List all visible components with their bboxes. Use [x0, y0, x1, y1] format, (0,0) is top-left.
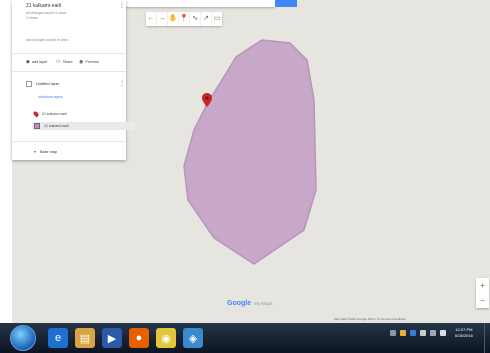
add-layer-button[interactable]: ◆ add layer [26, 59, 47, 65]
drawing-toolbar: ← → ✋ 📍 ∿ ↗ ▭ [146, 12, 222, 26]
preview-label: Preview [85, 60, 99, 64]
share-label: Share [62, 60, 73, 64]
layer-style-link[interactable]: Individual styles [38, 95, 63, 99]
internet-explorer-icon[interactable]: e [48, 328, 68, 348]
redo-icon[interactable]: → [157, 12, 168, 26]
line-icon[interactable]: ∿ [190, 12, 201, 26]
ruler-icon[interactable]: ▭ [212, 12, 222, 26]
tray-volume-icon[interactable] [440, 330, 446, 336]
view-count: 0 views [26, 16, 38, 20]
file-explorer-icon[interactable]: ▤ [75, 328, 95, 348]
zoom-controls: + − [476, 278, 489, 308]
app-icon[interactable]: ◈ [183, 328, 203, 348]
directions-icon[interactable]: ↗ [201, 12, 212, 26]
divider [12, 53, 126, 54]
search-button[interactable] [275, 0, 297, 7]
person-add-icon: ⚇ [56, 59, 61, 65]
map-attribution[interactable]: Map data ©2016 Google 200 m Terms Send f… [334, 317, 406, 321]
feature-label: 21 kulkarni-earli [44, 124, 69, 128]
layer-plus-icon: ◆ [26, 59, 30, 65]
save-status: all changes saved in drive [26, 11, 67, 15]
system-tray [390, 330, 446, 336]
feature-item-marker[interactable]: 21 kulkarni-earli [32, 110, 67, 118]
feature-label: 21 kulkarni-earli [42, 112, 67, 116]
base-map-label: Base map [40, 149, 58, 154]
divider [12, 71, 126, 72]
zoom-in-button[interactable]: + [476, 278, 489, 293]
last-edited: last changes saved in drive [26, 38, 69, 42]
my-maps-label: My Maps [254, 301, 273, 306]
tray-app-icon[interactable] [400, 330, 406, 336]
eye-icon: ◉ [79, 59, 84, 65]
google-logo: Google My Maps [227, 300, 272, 307]
tray-flag-icon[interactable] [420, 330, 426, 336]
start-button[interactable] [10, 325, 36, 351]
marker-icon[interactable]: 📍 [179, 12, 190, 26]
add-layer-label: add layer [31, 60, 48, 64]
map-title[interactable]: 21 kulkarni-earli [26, 3, 61, 9]
share-button[interactable]: ⚇ Share [56, 59, 73, 65]
divider [12, 141, 126, 142]
windows-taskbar: e ▤ ▶ ● ◉ ◈ 12:07 PM 6/28/2016 [0, 323, 490, 353]
taskbar-clock[interactable]: 12:07 PM 6/28/2016 [455, 327, 473, 339]
chrome-icon[interactable]: ◉ [156, 328, 176, 348]
zoom-out-button[interactable]: − [476, 293, 489, 308]
polygon-icon [34, 123, 40, 129]
preview-button[interactable]: ◉ Preview [79, 59, 99, 65]
pin-icon [32, 110, 40, 118]
undo-icon[interactable]: ← [146, 12, 157, 26]
search-input[interactable] [120, 0, 275, 7]
feature-item-polygon[interactable]: 21 kulkarni-earli [32, 122, 135, 130]
more-vert-icon[interactable]: ⋮ [119, 2, 125, 9]
chevron-down-icon: ▾ [34, 149, 37, 154]
show-desktop-button[interactable] [484, 323, 490, 353]
layer-title[interactable]: Untitled layer [36, 81, 59, 86]
layer-options-icon[interactable]: ⋮ [119, 80, 125, 87]
base-map-toggle[interactable]: ▾ Base map [34, 149, 57, 154]
hand-icon[interactable]: ✋ [168, 12, 179, 26]
location-marker-icon[interactable] [202, 93, 212, 107]
media-player-icon[interactable]: ▶ [102, 328, 122, 348]
tray-network-icon[interactable] [430, 330, 436, 336]
tray-app-icon[interactable] [410, 330, 416, 336]
map-panel: 21 kulkarni-earli ⋮ all changes saved in… [12, 0, 135, 160]
tray-up-arrow-icon[interactable] [390, 330, 396, 336]
clock-date: 6/28/2016 [455, 333, 473, 338]
google-wordmark: Google [227, 300, 252, 307]
firefox-icon[interactable]: ● [129, 328, 149, 348]
layer-checkbox[interactable] [26, 81, 32, 87]
